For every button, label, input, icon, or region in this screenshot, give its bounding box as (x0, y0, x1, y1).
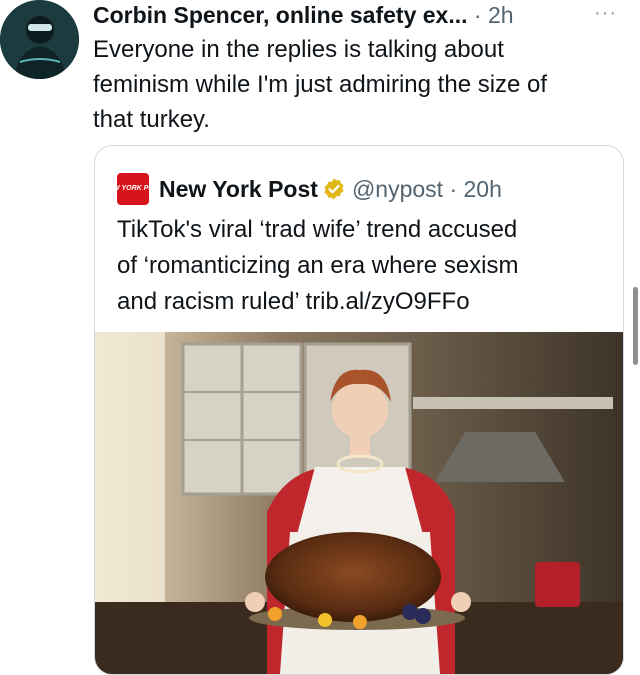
quoted-author-name[interactable]: New York Post (159, 176, 318, 203)
tweet-time[interactable]: · 2h (474, 2, 514, 28)
verified-badge-icon (324, 178, 344, 200)
quoted-tweet[interactable]: NEW YORK POST New York Post @nypost · 20… (94, 145, 624, 675)
author-avatar[interactable] (0, 0, 79, 79)
quoted-tweet-text: TikTok's viral ‘trad wife’ trend accused… (117, 216, 519, 315)
nypost-logo-icon[interactable]: NEW YORK POST (103, 173, 163, 205)
more-options-icon[interactable]: ··· (594, 2, 617, 25)
author-name[interactable]: Corbin Spencer, online safety ex... (93, 2, 468, 28)
quoted-tweet-image[interactable] (95, 332, 623, 674)
tweet-header: Corbin Spencer, online safety ex... · 2h (93, 0, 514, 30)
tweet-text: Everyone in the replies is talking about… (93, 36, 548, 133)
scrollbar[interactable] (633, 287, 638, 365)
quoted-tweet-header: NEW YORK POST New York Post @nypost · 20… (103, 172, 502, 206)
quoted-handle-time[interactable]: @nypost · 20h (352, 176, 502, 203)
